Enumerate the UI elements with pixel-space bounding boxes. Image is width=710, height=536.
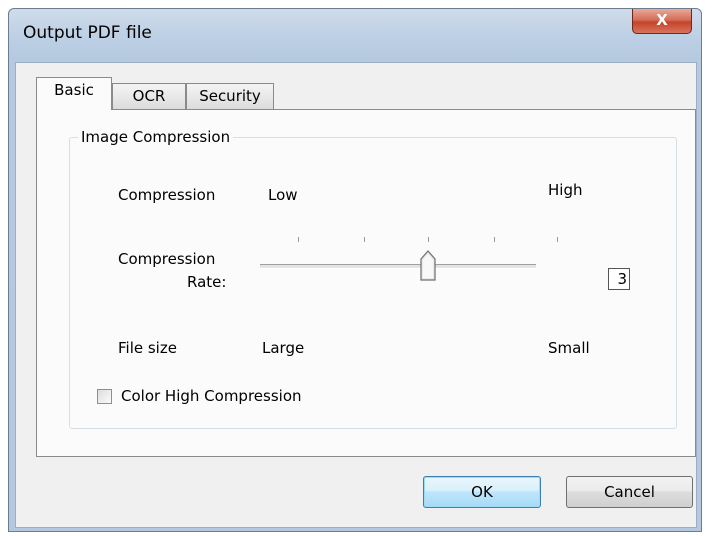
compression-rate-label-line1: Compression <box>118 250 216 268</box>
color-high-compression-label[interactable]: Color High Compression <box>121 387 302 405</box>
compression-rate-label-line2: Rate: <box>187 273 227 291</box>
image-compression-legend: Image Compression <box>78 128 234 146</box>
large-label: Large <box>262 339 305 357</box>
tab-basic-label: Basic <box>54 81 94 99</box>
compression-rate-slider[interactable] <box>260 264 536 269</box>
high-label: High <box>548 181 583 199</box>
slider-tick <box>298 237 299 242</box>
tab-security-label: Security <box>199 87 261 105</box>
cancel-button[interactable]: Cancel <box>566 476 693 508</box>
tab-basic[interactable]: Basic <box>36 77 112 110</box>
tab-security[interactable]: Security <box>186 83 274 109</box>
slider-tick <box>428 237 429 242</box>
ok-button-label: OK <box>471 483 493 501</box>
slider-tick <box>557 237 558 242</box>
compression-rate-slider-thumb[interactable] <box>419 250 436 282</box>
low-label: Low <box>268 186 298 204</box>
dialog-client-area: Basic OCR Security Image Compression <box>15 62 697 528</box>
file-size-label: File size <box>118 339 177 357</box>
close-icon: X <box>656 11 668 29</box>
tab-ocr-label: OCR <box>132 87 166 105</box>
close-button[interactable]: X <box>632 9 692 34</box>
ok-button[interactable]: OK <box>423 476 541 508</box>
output-pdf-dialog: Output PDF file X Basic OCR Security Ima… <box>8 8 702 532</box>
compression-label: Compression <box>118 186 216 204</box>
slider-tick <box>364 237 365 242</box>
tab-ocr[interactable]: OCR <box>112 83 186 109</box>
cancel-button-label: Cancel <box>604 483 655 501</box>
compression-rate-value[interactable]: 3 <box>608 268 630 290</box>
slider-tick <box>494 237 495 242</box>
title-bar[interactable]: Output PDF file X <box>9 9 701 59</box>
dialog-title: Output PDF file <box>23 23 152 43</box>
small-label: Small <box>548 339 590 357</box>
color-high-compression-checkbox[interactable] <box>97 389 112 404</box>
image-compression-group: Image Compression <box>69 128 677 429</box>
